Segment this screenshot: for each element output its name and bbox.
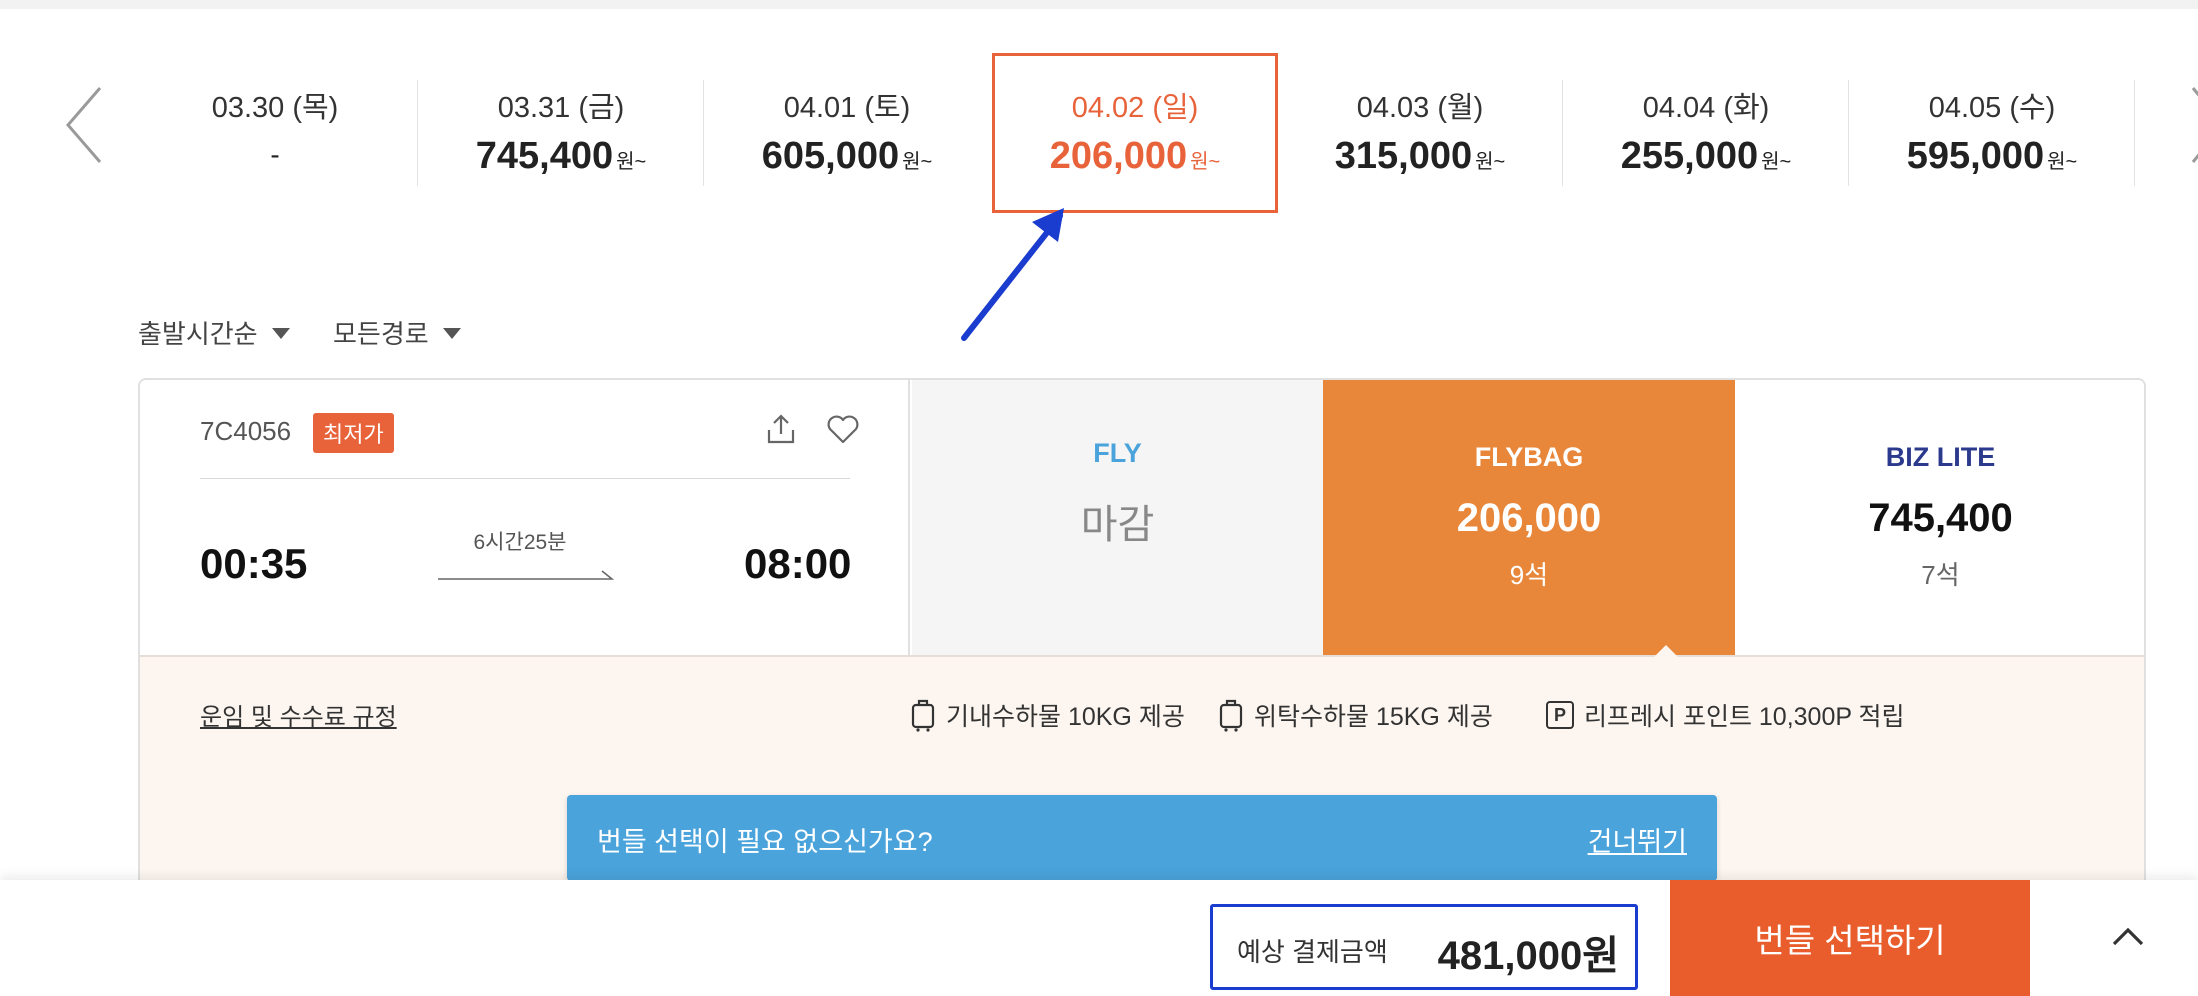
fare-name: FLYBAG (1474, 442, 1584, 472)
fare-seats: 7석 (1921, 560, 1960, 590)
flight-summary: 7C4056 최저가 00:35 6시간25분 08:00 (140, 380, 910, 655)
date-cell[interactable]: 04.01 (토) 605,000 원~ (704, 54, 990, 214)
estimated-total: 예상 결제금액 481,000원 (1210, 904, 1638, 990)
date-price: - (270, 139, 280, 170)
date-cell[interactable]: 04.05 (수) 595,000 원~ (1849, 54, 2135, 214)
points-icon: P (1546, 701, 1574, 729)
departure-time: 00:35 (200, 540, 308, 587)
top-bar (0, 0, 2198, 9)
date-cell[interactable]: 04.03 (월) 315,000 원~ (1277, 54, 1563, 214)
skip-bundle-banner: 번들 선택이 필요 없으신가요? 건너뛰기 (567, 795, 1717, 881)
caret-down-icon (271, 328, 290, 339)
route-label: 모든경로 (333, 319, 429, 349)
fare-biz-lite[interactable]: BIZ LITE 745,400 7석 (1735, 380, 2144, 655)
fare-name: BIZ LITE (1885, 442, 1996, 472)
date-label: 03.30 (목) (211, 92, 339, 124)
sort-dropdown[interactable]: 출발시간순 (138, 314, 290, 351)
date-price: 255,000 원~ (1620, 135, 1792, 177)
skip-bundle-link[interactable]: 건너뛰기 (1588, 820, 1687, 859)
date-label: 04.02 (일) (1071, 92, 1199, 124)
annotation-arrow-icon (961, 208, 1064, 341)
chevron-left-icon[interactable] (60, 80, 120, 170)
route-dropdown[interactable]: 모든경로 (333, 314, 461, 351)
fare-name: FLY (1093, 438, 1142, 468)
date-price: 745,400 원~ (475, 135, 647, 177)
fare-seats: 9석 (1509, 560, 1549, 590)
date-cell[interactable]: 03.30 (목) - (132, 54, 418, 214)
fare-fly: FLY 마감 (912, 380, 1324, 655)
sort-label: 출발시간순 (138, 319, 258, 349)
date-price: 315,000 원~ (1334, 135, 1506, 177)
total-label: 예상 결제금액 (1237, 937, 1388, 967)
date-separator (2134, 80, 2135, 186)
date-price: 605,000 원~ (761, 135, 933, 177)
flight-duration: 6시간25분 (473, 531, 567, 554)
date-label: 04.05 (수) (1928, 92, 2056, 124)
divider (200, 478, 850, 479)
date-cell-selected[interactable]: 04.02 (일) 206,000 원~ (992, 53, 1278, 213)
share-icon[interactable] (764, 412, 798, 446)
luggage-icon (1219, 699, 1243, 732)
benefit-text: 기내수하물 10KG 제공 (946, 703, 1185, 731)
date-strip: 03.30 (목) - 03.31 (금) 745,400 원~ 04.01 (토… (132, 53, 2142, 214)
date-cell[interactable]: 04.04 (화) 255,000 원~ (1563, 54, 1849, 214)
fare-status: 마감 (1080, 503, 1155, 547)
skip-bundle-text: 번들 선택이 필요 없으신가요? (597, 827, 933, 857)
chevron-up-icon[interactable] (2108, 920, 2148, 950)
luggage-icon (911, 699, 935, 732)
caret-down-icon (442, 328, 461, 339)
date-price: 595,000 원~ (1906, 135, 2078, 177)
fare-flybag[interactable]: FLYBAG 206,000 9석 (1323, 380, 1735, 655)
benefit-points: P 리프레시 포인트 10,300P 적립 (1546, 697, 1905, 733)
select-bundle-button[interactable]: 번들 선택하기 (1670, 880, 2030, 996)
date-label: 04.04 (화) (1642, 92, 1770, 124)
fare-price: 206,000 (1456, 496, 1602, 540)
benefit-text: 위탁수하물 15KG 제공 (1254, 703, 1493, 731)
benefit-carry-on: 기내수하물 10KG 제공 (910, 697, 1185, 733)
date-cell[interactable]: 03.31 (금) 745,400 원~ (418, 54, 704, 214)
selected-fare-pointer (1654, 645, 1678, 657)
fare-rules-link[interactable]: 운임 및 수수료 규정 (200, 697, 397, 732)
benefit-checked-bag: 위탁수하물 15KG 제공 (1218, 697, 1493, 733)
date-label: 03.31 (금) (497, 92, 625, 124)
heart-icon[interactable] (826, 414, 860, 444)
lowest-price-badge: 최저가 (313, 413, 394, 453)
date-price: 206,000 원~ (1049, 135, 1221, 177)
date-label: 04.01 (토) (783, 92, 911, 124)
date-label: 04.03 (월) (1356, 92, 1484, 124)
benefit-text: 리프레시 포인트 10,300P 적립 (1584, 703, 1905, 731)
fare-price: 745,400 (1868, 496, 2013, 540)
total-value: 481,000원 (1437, 934, 1619, 978)
arrival-time: 08:00 (744, 540, 852, 587)
flight-number: 7C4056 (200, 416, 292, 446)
chevron-right-icon[interactable] (2172, 80, 2198, 170)
bottom-bar: 예상 결제금액 481,000원 번들 선택하기 (0, 880, 2198, 996)
duration-arrow-icon (438, 570, 614, 580)
